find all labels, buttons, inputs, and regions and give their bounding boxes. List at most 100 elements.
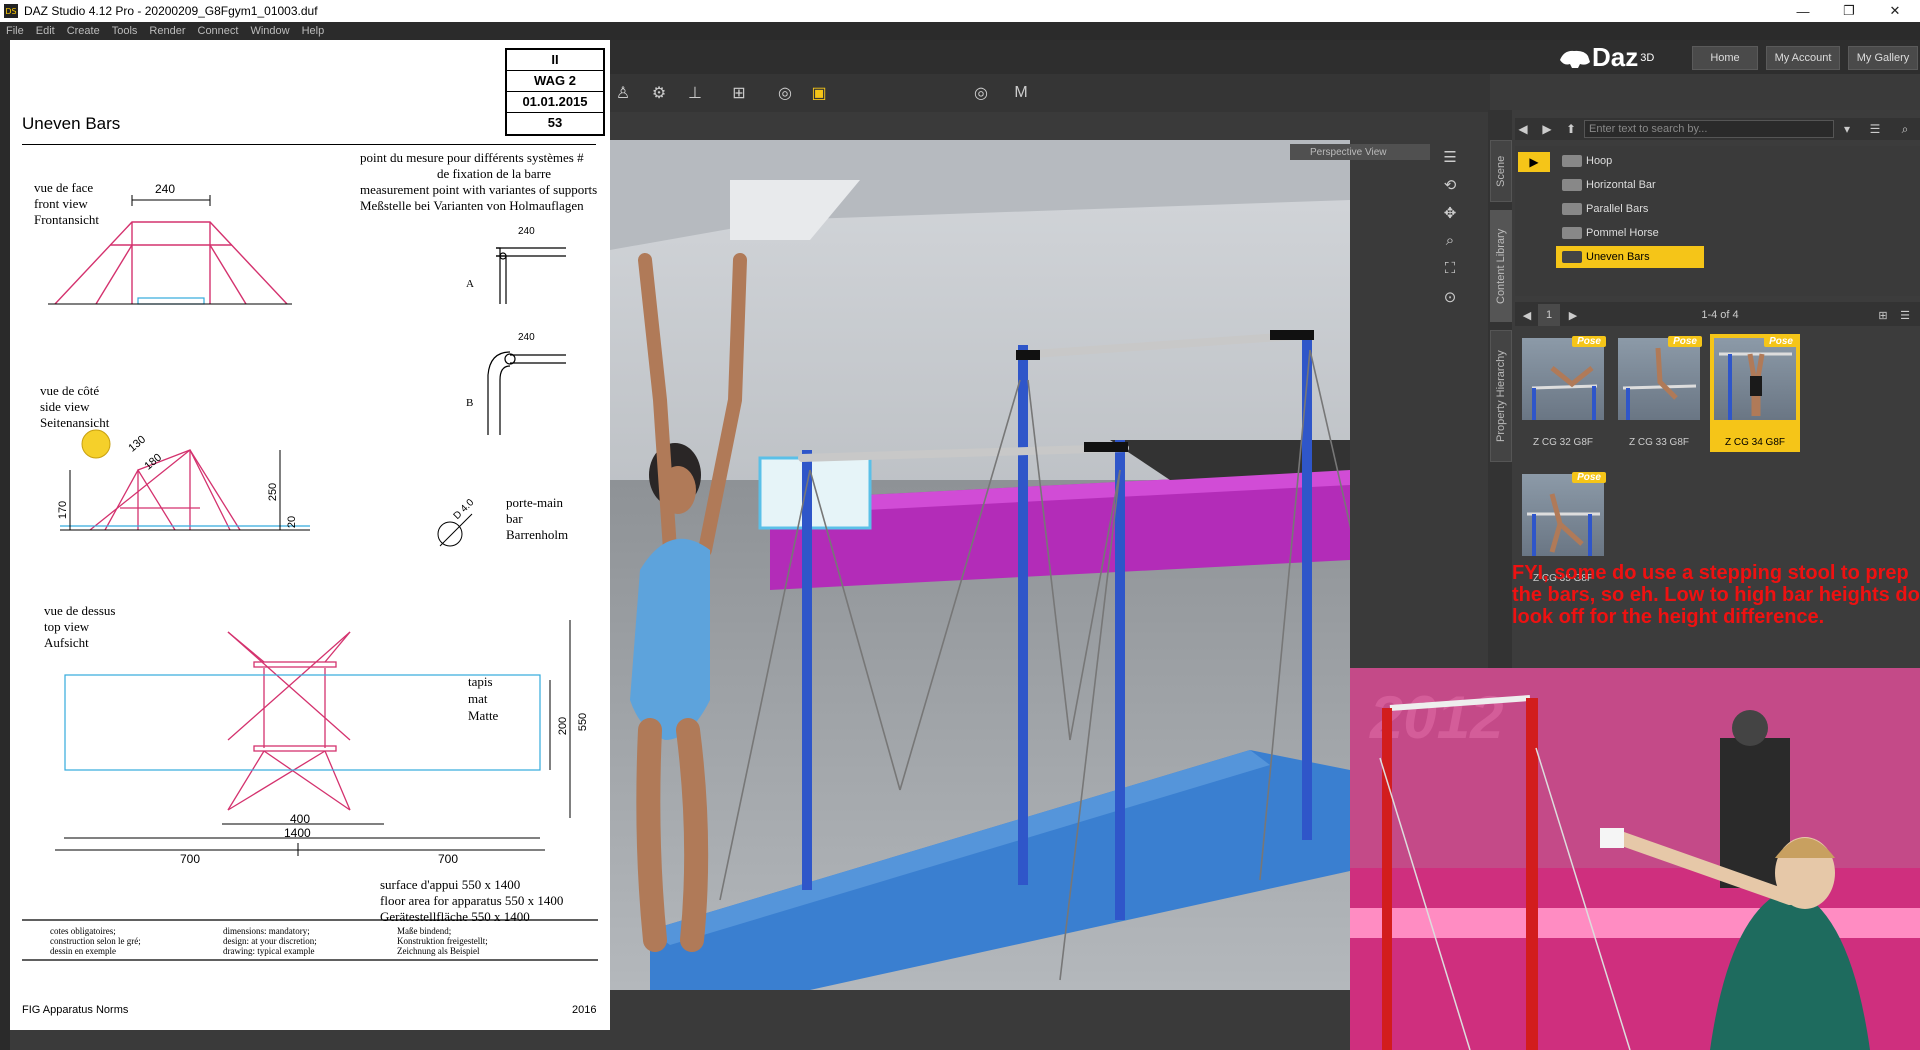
search-dropdown-icon[interactable]: ▾ <box>1836 118 1858 140</box>
minimize-button[interactable]: — <box>1780 0 1826 22</box>
folder-icon <box>1562 251 1582 263</box>
zoom-icon[interactable]: ⌕ <box>1440 232 1460 252</box>
footer-fr-3: dessin en exemple <box>50 946 116 956</box>
expand-arrow-icon[interactable]: ▶ <box>1518 152 1550 172</box>
orbit-icon[interactable]: ⟲ <box>1440 176 1460 196</box>
frame-icon[interactable]: ⛶ <box>1440 260 1460 280</box>
brand-superscript: 3D <box>1640 51 1655 64</box>
footer-fr-2: construction selon le gré; <box>50 936 141 946</box>
detail-b-label: B <box>466 397 474 409</box>
tab-property-hierarchy[interactable]: Property Hierarchy <box>1490 330 1512 462</box>
high-bar-upright-right <box>1302 330 1312 840</box>
page-range: 1-4 of 4 <box>1701 309 1739 321</box>
folder-horizontal-bar[interactable]: Horizontal Bar <box>1556 174 1704 196</box>
menu-tools[interactable]: Tools <box>106 25 144 37</box>
nav-my-account-button[interactable]: My Account <box>1766 46 1840 70</box>
detail-b-drawing <box>487 351 566 435</box>
menu-connect[interactable]: Connect <box>192 25 245 37</box>
timeline-strip <box>610 990 1350 1050</box>
tab-scene[interactable]: Scene <box>1490 140 1512 202</box>
dim-top-400: 400 <box>290 812 311 826</box>
menu-create[interactable]: Create <box>61 25 106 37</box>
close-button[interactable]: ✕ <box>1872 0 1918 22</box>
3d-viewport[interactable] <box>610 140 1350 990</box>
dim-b-width: 240 <box>518 332 535 343</box>
folder-pommel-horse[interactable]: Pommel Horse <box>1556 222 1704 244</box>
low-bar-upright-left <box>802 450 812 890</box>
surface-tool-icon[interactable]: ⊞ <box>728 82 750 104</box>
joint-editor-icon[interactable]: ⊥ <box>684 82 706 104</box>
menu-window[interactable]: Window <box>244 25 295 37</box>
brand-name: Daz <box>1592 42 1639 72</box>
rotate-view-icon[interactable]: ◎ <box>970 82 992 104</box>
nav-my-gallery-button[interactable]: My Gallery <box>1848 46 1918 70</box>
folder-parallel-bars[interactable]: Parallel Bars <box>1556 198 1704 220</box>
prev-page-icon[interactable]: ◀ <box>1516 304 1538 326</box>
content-search-input[interactable]: Enter text to search by... <box>1584 120 1834 138</box>
forward-arrow-icon[interactable]: ▶ <box>1536 118 1558 140</box>
folder-uneven-bars[interactable]: Uneven Bars <box>1556 246 1704 268</box>
menu-help[interactable]: Help <box>296 25 331 37</box>
next-page-icon[interactable]: ▶ <box>1562 304 1584 326</box>
viewport-menu-icon[interactable]: ☰ <box>1440 148 1460 168</box>
asset-thumb-z-cg-34[interactable]: Pose Z CG 34 G8F <box>1710 334 1800 452</box>
menu-edit[interactable]: Edit <box>30 25 61 37</box>
folder-icon <box>1562 179 1582 191</box>
menu-file[interactable]: File <box>0 25 30 37</box>
folder-icon <box>1562 227 1582 239</box>
reset-view-icon[interactable]: ⊙ <box>1440 288 1460 308</box>
back-arrow-icon[interactable]: ◀ <box>1512 118 1534 140</box>
dim-top-550: 550 <box>577 712 590 732</box>
footer-de-1: Maße bindend; <box>397 926 452 936</box>
grid-view-icon[interactable]: ⊞ <box>1872 304 1894 326</box>
footer-en-1: dimensions: mandatory; <box>223 926 310 936</box>
maximize-button[interactable]: ❐ <box>1826 0 1872 22</box>
asset-thumb-z-cg-32[interactable]: Pose Z CG 32 G8F <box>1518 334 1608 452</box>
footer-de-3: Zeichnung als Beispiel <box>397 946 480 956</box>
dim-a-width: 240 <box>518 226 535 237</box>
asset-label: Z CG 32 G8F <box>1532 437 1593 448</box>
render-camera-icon[interactable]: ▣ <box>808 82 830 104</box>
pose-badge: Pose <box>1764 336 1798 347</box>
list-view-icon[interactable]: ☰ <box>1894 304 1916 326</box>
asset-preview <box>1714 338 1796 420</box>
daz3d-logo: Daz 3D <box>1558 42 1654 73</box>
low-bar-upright-right <box>1115 440 1125 920</box>
detail-a-label: A <box>466 278 474 290</box>
menu-render[interactable]: Render <box>143 25 191 37</box>
document-year: 2016 <box>572 1004 597 1016</box>
folder-icon <box>1562 203 1582 215</box>
asset-preview <box>1522 474 1604 556</box>
search-icon[interactable]: ⌕ <box>1894 118 1916 140</box>
footer-en-2: design: at your discretion; <box>223 936 317 946</box>
front-view-drawing <box>54 221 288 305</box>
pan-icon[interactable]: ✥ <box>1440 204 1460 224</box>
database-icon[interactable]: ☰ <box>1864 118 1886 140</box>
transform-tool-icon[interactable]: ⚙ <box>648 82 670 104</box>
asset-thumb-z-cg-33[interactable]: Pose Z CG 33 G8F <box>1614 334 1704 452</box>
measure-tool-icon[interactable]: M <box>1010 82 1032 104</box>
folder-label: Hoop <box>1586 155 1613 167</box>
tab-content-library[interactable]: Content Library <box>1490 210 1512 322</box>
dim-top-1400: 1400 <box>284 826 311 840</box>
figure-tool-icon[interactable]: ♙ <box>612 82 634 104</box>
dim-left-700: 700 <box>180 852 201 866</box>
asset-preview <box>1618 338 1700 420</box>
footer-de-2: Konstruktion freigestellt; <box>397 936 488 946</box>
page-number-field[interactable]: 1 <box>1538 304 1560 326</box>
high-bar-upright-left <box>1018 345 1028 885</box>
nav-home-button[interactable]: Home <box>1692 46 1758 70</box>
pose-badge: Pose <box>1572 472 1606 483</box>
detail-a-drawing <box>496 247 566 304</box>
fig-apparatus-document: II WAG 2 01.01.2015 53 Uneven Bars point… <box>10 40 610 1030</box>
viewport-scene <box>610 140 1350 990</box>
daz-studio-app-icon: DS <box>4 4 18 18</box>
up-folder-icon[interactable]: ⬆ <box>1560 118 1582 140</box>
footer-fr-1: cotes obligatoires; <box>50 926 116 936</box>
folder-hoop[interactable]: Hoop <box>1556 150 1704 172</box>
dim-front-width: 240 <box>155 182 176 196</box>
menu-bar: File Edit Create Tools Render Connect Wi… <box>0 22 1920 40</box>
pose-badge: Pose <box>1572 336 1606 347</box>
spot-render-icon[interactable]: ◎ <box>774 82 796 104</box>
window-title: DAZ Studio 4.12 Pro - 20200209_G8Fgym1_0… <box>24 4 318 18</box>
